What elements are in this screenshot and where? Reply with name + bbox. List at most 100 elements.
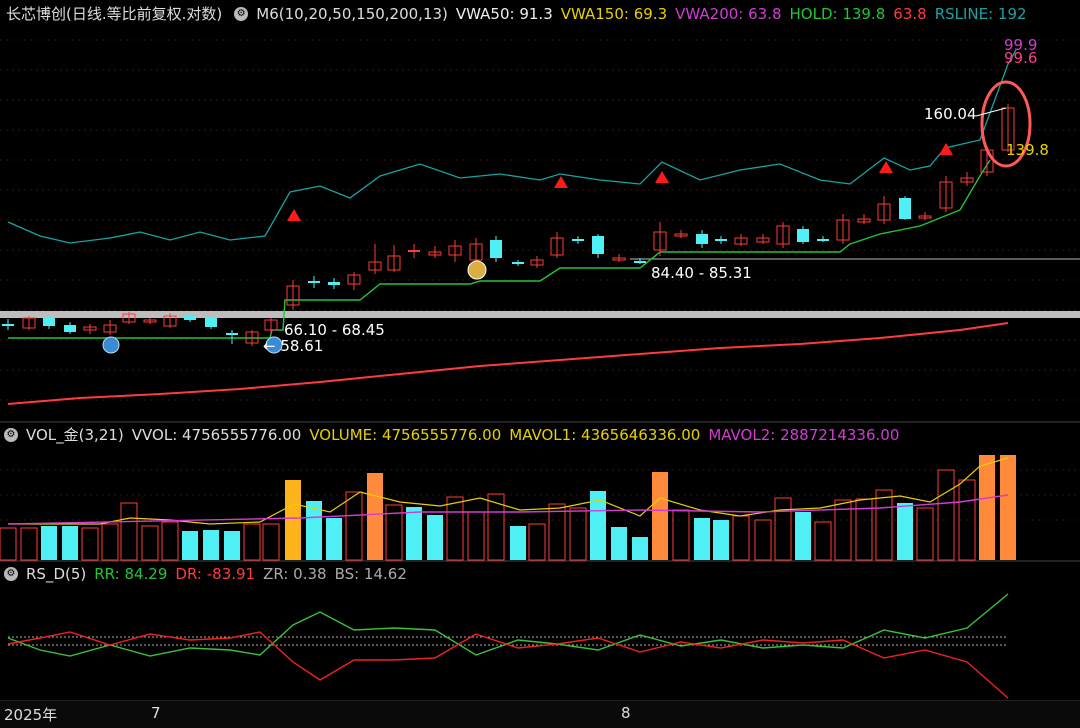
rsline-line [7,49,1017,244]
candle-body [43,318,55,326]
hold-label: HOLD: 139.8 [789,5,886,23]
money-bag-icon [467,260,487,280]
volume-bar [694,518,710,560]
up-triangle-icon [554,176,568,188]
mavol1-label: MAVOL1: 4365646336.00 [509,426,701,444]
candle-body [696,234,708,244]
candle-body [899,198,911,219]
x-axis-month-8: 8 [621,704,631,722]
volume-bar [795,512,811,560]
candle-body [328,282,340,285]
candle-body [64,325,76,332]
candle-body [490,240,502,258]
candle-body [184,316,196,320]
volume-bar [632,537,648,560]
volume-bar [937,469,955,561]
volume-bar [916,507,934,561]
rs-name[interactable]: RS_D(5) [26,562,86,586]
volume-bar [285,480,301,560]
mavol2-label: MAVOL2: 2887214336.00 [708,426,900,444]
volume-bar [345,491,363,561]
vwa200-label: VWA200: 63.8 [675,5,782,23]
vol-panel-header: ⚙ VOL_金(3,21) VVOL: 4756555776.00 VOLUME… [0,423,907,447]
indicator-label[interactable]: M6(10,20,50,150,200,13) [256,2,448,26]
candle-body [512,262,524,264]
volume-bar [262,523,280,561]
volume-bar [203,530,219,560]
volume-bar [224,531,240,560]
gear-icon[interactable]: ⚙ [4,428,18,442]
vwa50-label: VWA50: 91.3 [455,5,553,23]
volume-bar [713,520,729,560]
gear-icon[interactable]: ⚙ [4,567,18,581]
gear-icon[interactable]: ⚙ [234,7,249,21]
candle-body [634,261,646,263]
candle-body [205,318,217,327]
volume-bar [101,523,119,561]
main-panel-header: 长芯博创(日线.等比前复权.对数) ⚙ M6(10,20,50,150,200,… [0,2,1035,26]
candle-body [592,236,604,254]
volume-bar [611,527,627,560]
volume-bar [243,523,261,561]
volume-bar [510,526,526,560]
volume-bar [406,507,422,560]
volume-bar [427,515,443,560]
low-price-label: ← 58.61 [263,337,324,355]
volume-bar [326,518,342,560]
volume-bar [569,507,587,561]
volume-bar [161,521,179,561]
volume-label: VOLUME: 4756555776.00 [309,426,502,444]
volume-bar [120,502,138,561]
top-value-2: 99.6 [1004,49,1038,67]
candle-body [572,239,584,241]
zr-label: ZR: 0.38 [263,565,327,583]
stock-title[interactable]: 长芯博创(日线.等比前复权.对数) [6,2,222,26]
blue-dot-icon [102,336,120,354]
volume-bar [875,489,893,561]
volume-bar [897,503,913,560]
volume-bar [467,511,485,561]
candle-body [408,250,420,252]
volume-bar [672,509,690,561]
volume-bar [548,503,566,561]
vol-name[interactable]: VOL_金(3,21) [26,423,124,447]
volume-bar [1000,455,1016,560]
volume-bar [81,527,99,561]
x-axis [0,700,1080,728]
x-axis-year: 2025年 [4,706,58,724]
volume-bar [754,519,772,561]
up-triangle-icon [939,143,953,155]
hold-value-label: 139.8 [1006,141,1049,159]
rr-label: RR: 84.29 [94,565,168,583]
chart-canvas[interactable] [0,0,1080,727]
volume-bar [446,496,464,561]
volume-bar [528,523,546,561]
candle-body [797,229,809,242]
volume-bar [979,455,995,560]
volume-bar [141,525,159,561]
volume-bar [20,527,38,561]
up-triangle-icon [879,161,893,173]
x-axis-month-7: 7 [151,704,161,722]
volume-bar [62,526,78,560]
volume-bar [814,521,832,561]
candle-body [2,324,14,326]
price-band [0,311,1080,318]
up-triangle-icon [287,209,301,221]
mavol1-line [8,457,1009,525]
candle-body [817,239,829,241]
rsline-label: RSLINE: 192 [934,5,1027,23]
vwa150-label: VWA150: 69.3 [560,5,668,23]
volume-bar [774,497,792,561]
range-label-1: 84.40 - 85.31 [651,264,752,282]
vwa200-line [7,322,1009,405]
hold2-label: 63.8 [893,5,927,23]
volume-bar [41,526,57,560]
vvol-label: VVOL: 4756555776.00 [131,426,302,444]
rs-panel-header: ⚙ RS_D(5) RR: 84.29 DR: -83.91 ZR: 0.38 … [0,562,415,586]
high-price-label: 160.04 [924,105,977,123]
volume-bar [732,515,750,561]
volume-bar [0,527,17,561]
up-triangle-icon [655,171,669,183]
dr-label: DR: -83.91 [175,565,256,583]
